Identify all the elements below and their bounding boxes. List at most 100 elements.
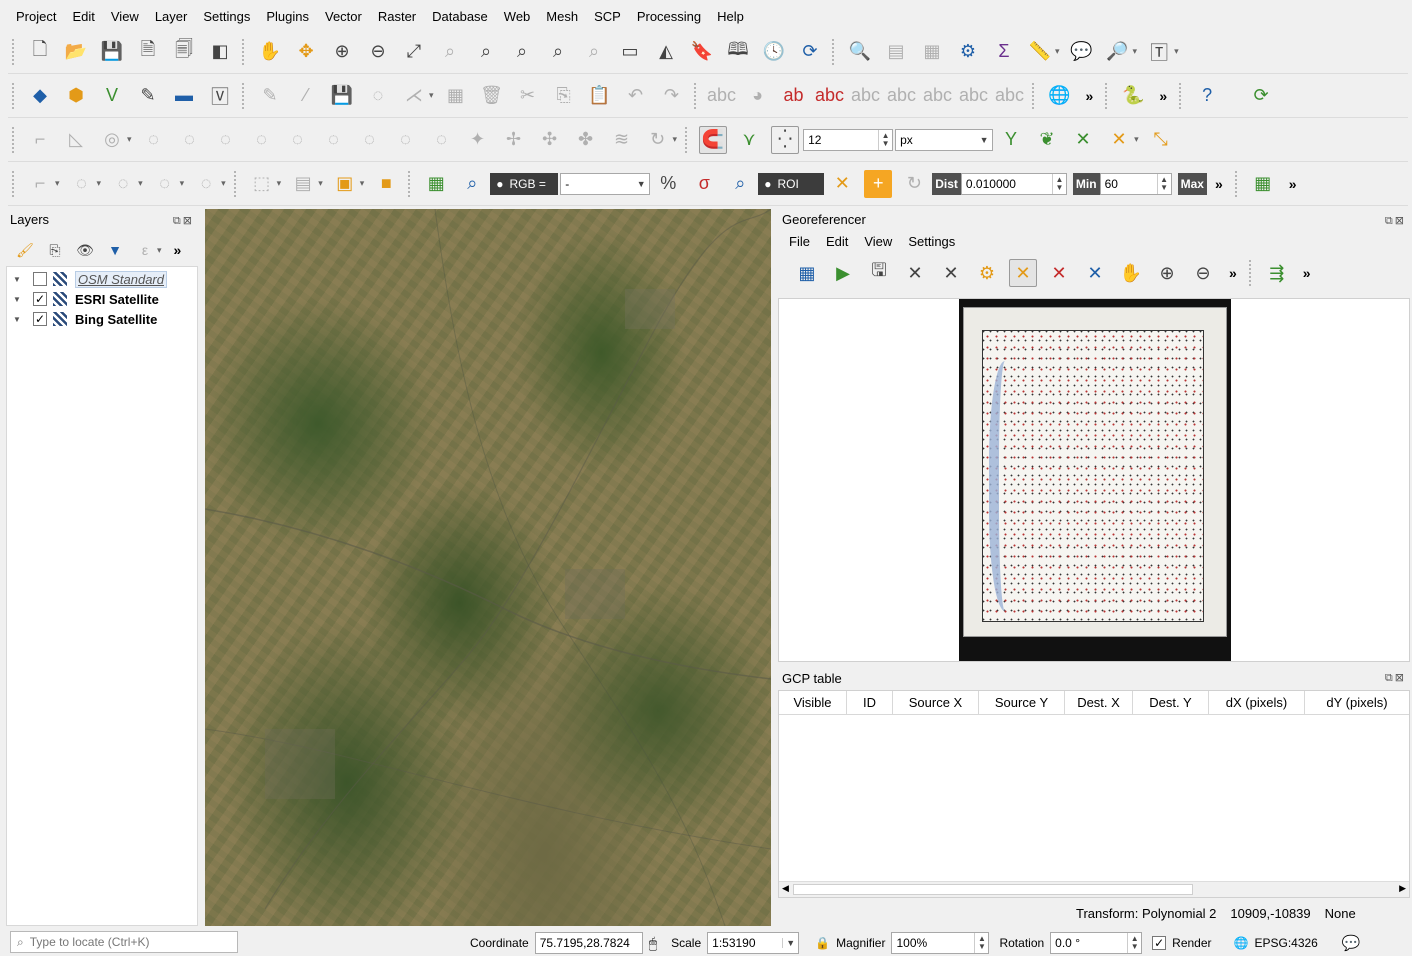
layer-item-esri-satellite[interactable]: ▼ ✓ ESRI Satellite [7, 289, 197, 309]
refresh-icon[interactable]: ⟳ [796, 38, 824, 66]
move-gcp-point-icon[interactable]: ✕ [1081, 259, 1109, 287]
snapping-magnet-icon[interactable]: 🧲 [699, 125, 728, 154]
geo-menu-view[interactable]: View [856, 232, 900, 251]
cad-tools-icon[interactable]: ⌐ [26, 126, 54, 154]
select-by-expression-icon[interactable]: ⌐ [26, 170, 54, 198]
offset-curve-icon[interactable]: ◌ [356, 126, 384, 154]
save-gcp-points-icon[interactable]: ✕ [937, 259, 965, 287]
open-raster-icon[interactable]: ▦ [793, 259, 821, 287]
svg-annotation-icon[interactable]: ■ [372, 170, 400, 198]
gcp-col-dest-x[interactable]: Dest. X [1065, 691, 1133, 714]
delete-part-icon[interactable]: ◌ [284, 126, 312, 154]
toolbar-grip[interactable] [1248, 260, 1253, 286]
python-console-icon[interactable]: 🐍 [1119, 82, 1147, 110]
toolbar-grip[interactable] [1031, 82, 1036, 109]
save-project-icon[interactable]: 💾 [98, 38, 126, 66]
panel-float-close-icon[interactable]: ⧉⊠ [173, 214, 194, 228]
toolbar-grip[interactable] [685, 126, 689, 153]
merge-attributes-icon[interactable]: ✤ [572, 126, 600, 154]
zoom-next-icon[interactable]: ⌕ [580, 38, 608, 66]
new-project-icon[interactable]: 🗋 [26, 38, 54, 66]
add-feature-icon[interactable]: ◌ [364, 82, 392, 110]
layer-visibility-checkbox[interactable] [33, 272, 47, 286]
show-hide-labels-icon[interactable]: abc [959, 82, 988, 110]
filter-icon[interactable]: ▼ [104, 236, 126, 264]
vertex-tool-icon[interactable]: ⋌ [400, 82, 428, 110]
spin-arrows[interactable]: ▲ ▼ [974, 933, 988, 953]
toolbar-grip[interactable] [832, 38, 836, 65]
menu-scp[interactable]: SCP [586, 6, 629, 28]
menu-mesh[interactable]: Mesh [538, 6, 586, 28]
toolbar-grip[interactable] [242, 38, 246, 65]
rgb-combo[interactable]: - ▼ [560, 172, 651, 195]
select-features-icon[interactable]: ◌ [68, 170, 96, 198]
dist-spinbox[interactable]: 0.010000 ▲ ▼ [960, 172, 1067, 195]
gcp-col-dx[interactable]: dX (pixels) [1209, 691, 1305, 714]
snap-intersection-icon[interactable]: ✕ [1069, 126, 1097, 154]
modify-attributes-icon[interactable]: ▦ [442, 82, 470, 110]
link-georeferencer-icon[interactable]: ⇶ [1263, 259, 1291, 287]
layers-more-button[interactable]: » [174, 242, 182, 258]
spin-arrows[interactable]: ▲ ▼ [1051, 173, 1066, 194]
local-std-stretch-icon[interactable]: σ [690, 170, 718, 198]
simplify-icon[interactable]: ◌ [140, 126, 168, 154]
globe-icon[interactable]: 🌐 [1234, 936, 1249, 950]
processing-toolbox-icon[interactable]: ⚙ [954, 38, 982, 66]
new-map-view-icon[interactable]: ▭ [616, 38, 644, 66]
zoom-in-icon[interactable]: ⊕ [328, 38, 356, 66]
snapping-vertex-icon[interactable]: ⁛ [771, 125, 800, 154]
delete-point-icon[interactable]: ✕ [1045, 259, 1073, 287]
toolbar-grip[interactable] [12, 170, 16, 197]
scp-zoom-input-image-icon[interactable]: ⌕ [458, 170, 486, 198]
scp-band-calc-icon[interactable]: ▦ [1249, 170, 1277, 198]
toolbar-more-button[interactable]: » [1159, 88, 1167, 104]
select-all-icon[interactable]: ⬚ [248, 170, 276, 198]
start-georeferencing-icon[interactable]: ▶ [829, 259, 857, 287]
label-toolbar-icon[interactable]: abc [707, 82, 736, 110]
georeferencer-more-button[interactable]: » [1229, 265, 1237, 281]
toolbar-more-button[interactable]: » [1086, 88, 1094, 104]
toolbar-grip[interactable] [693, 82, 698, 109]
add-wms-layer-icon[interactable]: ▬ [170, 82, 198, 110]
reverse-line-icon[interactable]: ◌ [392, 126, 420, 154]
min-spinbox[interactable]: 60 ▲ ▼ [1099, 172, 1172, 195]
undo-icon[interactable]: ↶ [622, 82, 650, 110]
new-3d-map-view-icon[interactable]: ◭ [652, 38, 680, 66]
trim-extend-icon[interactable]: ◌ [428, 126, 456, 154]
toolbar-grip[interactable] [233, 170, 238, 197]
new-print-layout-icon[interactable]: 🗎 [134, 38, 162, 66]
snapping-overlap-icon[interactable]: ❦ [1033, 126, 1061, 154]
open-attribute-table-icon[interactable]: ▤ [882, 38, 910, 66]
toolbar-more-button[interactable]: » [1289, 176, 1297, 192]
geo-menu-edit[interactable]: Edit [818, 232, 856, 251]
render-checkbox[interactable]: ✓ [1152, 936, 1167, 950]
scale-combo[interactable]: 1:53190 ▼ [707, 932, 800, 954]
paste-features-icon[interactable]: 📋 [586, 82, 614, 110]
layer-visibility-checkbox[interactable]: ✓ [33, 292, 47, 306]
scroll-left-icon[interactable]: ◀ [782, 883, 789, 894]
deselect-icon[interactable]: ◌ [151, 170, 179, 198]
georeferencer-more-button[interactable]: » [1303, 265, 1311, 281]
rotate-label-icon[interactable]: abc [887, 82, 916, 110]
delete-ring-icon[interactable]: ◌ [248, 126, 276, 154]
select-by-value-icon[interactable]: ◌ [109, 170, 137, 198]
local-cumulative-stretch-icon[interactable]: % [654, 170, 682, 198]
toolbar-grip[interactable] [408, 170, 412, 197]
pin-labels-icon[interactable]: ab [780, 82, 808, 110]
plugin-reloader-icon[interactable]: ⟳ [1247, 82, 1275, 110]
zoom-to-layer-icon[interactable]: ⌕ [472, 38, 500, 66]
redo-icon[interactable]: ↷ [658, 82, 686, 110]
reshape-icon[interactable]: ◌ [320, 126, 348, 154]
highlight-labels-icon[interactable]: abc [815, 82, 844, 110]
menu-project[interactable]: Project [8, 6, 64, 28]
rotation-spinbox[interactable]: 0.0 ° ▲ ▼ [1050, 932, 1143, 954]
add-point-icon[interactable]: ✕ [1009, 259, 1037, 287]
rotate-point-symbols-icon[interactable]: ≋ [608, 126, 636, 154]
topological-editing-icon[interactable]: Y [997, 126, 1025, 154]
new-shapefile-icon[interactable]: ✎ [134, 82, 162, 110]
save-edits-icon[interactable]: 💾 [328, 82, 356, 110]
layout-manager-icon[interactable]: 🗐 [170, 38, 198, 66]
gcp-col-source-y[interactable]: Source Y [979, 691, 1065, 714]
menu-settings[interactable]: Settings [195, 6, 258, 28]
geo-menu-file[interactable]: File [781, 232, 818, 251]
